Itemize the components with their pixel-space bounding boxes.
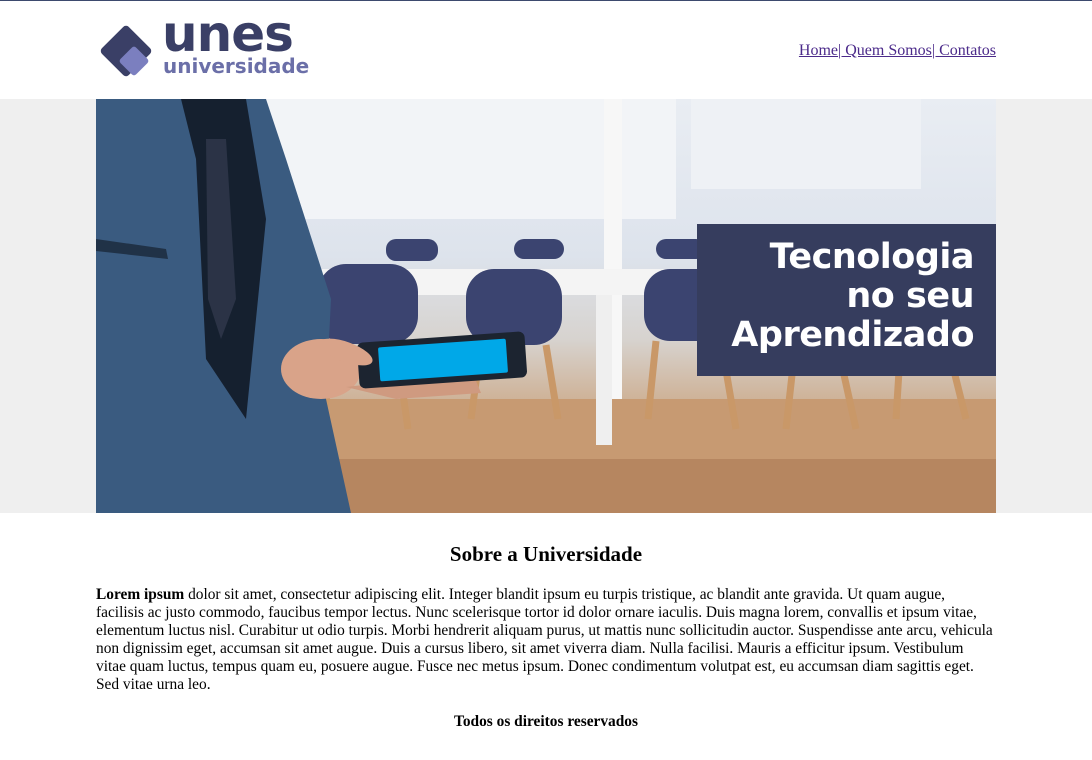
hero-tagline-box: Tecnologia no seu Aprendizado [697,224,996,376]
main-nav: Home| Quem Somos| Contatos [799,42,996,60]
about-body-text: dolor sit amet, consectetur adipiscing e… [96,586,993,693]
about-lead-text: Lorem ipsum [96,586,185,603]
nav-link-home[interactable]: Home [799,42,838,59]
about-paragraph: Lorem ipsum dolor sit amet, consectetur … [96,586,996,694]
logo-diamond-icon [100,25,152,77]
hero-band: Tecnologia no seu Aprendizado [0,99,1092,513]
logo-subtitle: universidade [163,54,310,78]
hero-tagline-line-2: no seu [846,276,974,316]
main-content: Sobre a Universidade Lorem ipsum dolor s… [96,541,996,731]
nav-link-contatos[interactable]: | Contatos [932,42,996,59]
hero-tagline-line-3: Aprendizado [731,315,974,355]
nav-link-quem-somos[interactable]: | Quem Somos [838,42,932,59]
unes-logo[interactable]: unes universidade [96,9,316,81]
site-header: unes universidade Home| Quem Somos| Cont… [96,1,996,99]
footer-copyright: Todos os direitos reservados [454,713,638,730]
hero-banner-image: Tecnologia no seu Aprendizado [96,99,996,513]
logo-wordmark: unes [162,5,294,63]
about-title: Sobre a Universidade [449,542,643,566]
hero-tagline-line-1: Tecnologia [769,237,975,277]
